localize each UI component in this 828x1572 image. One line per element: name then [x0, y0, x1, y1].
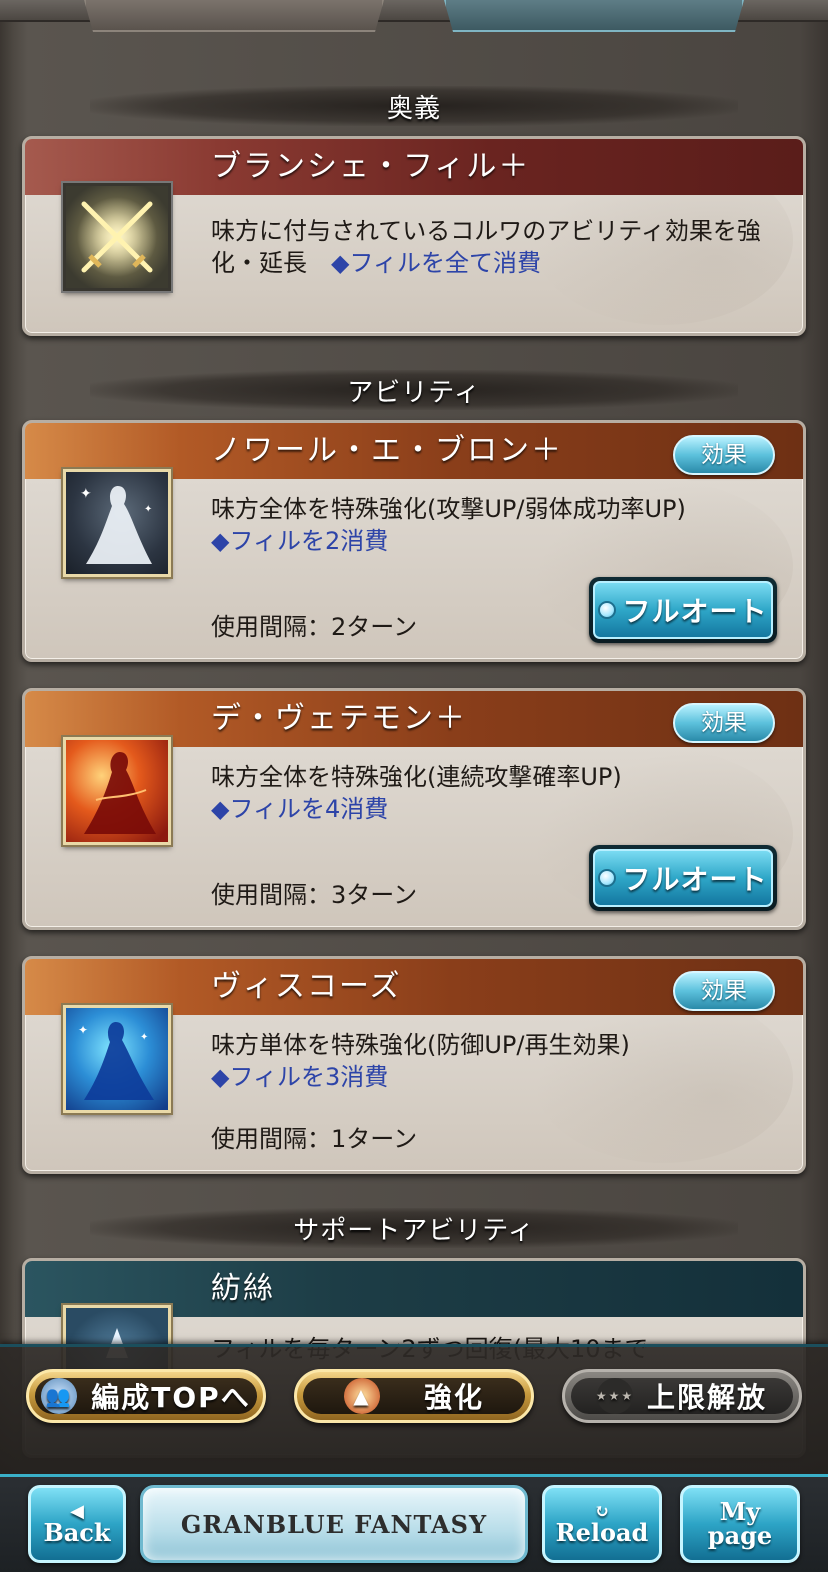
svg-text:✦: ✦ [80, 486, 92, 502]
ability-interval: 使用間隔：3ターン [211, 881, 418, 909]
ability-description: 味方全体を特殊強化(攻撃UP/弱体成功率UP) ◆フィルを2消費 [211, 493, 779, 557]
full-auto-button[interactable]: フルオート [589, 577, 777, 643]
ability-fil-cost: ◆フィルを2消費 [211, 527, 389, 555]
reload-button[interactable]: ↻ Reload [542, 1485, 662, 1563]
red-dress-icon [63, 737, 171, 845]
ability-fil-cost: ◆フィルを4消費 [211, 795, 389, 823]
game-logo[interactable]: GRANBLUE FANTASY [140, 1485, 528, 1563]
ability-card: デ・ヴェテモン＋ 効果 味方全体を特殊強化(連続攻撃確率UP) ◆フィルを4消費… [22, 688, 806, 930]
toggle-dot-icon [598, 869, 617, 887]
top-right-button[interactable] [444, 0, 744, 32]
up-arrow-icon: ▲ [343, 1378, 380, 1414]
ability-description: 味方全体を特殊強化(連続攻撃確率UP) ◆フィルを4消費 [211, 761, 779, 825]
party-top-label: 編成TOPへ [91, 1381, 251, 1414]
svg-text:✦: ✦ [140, 1032, 148, 1043]
ability-description: 味方単体を特殊強化(防御UP/再生効果) ◆フィルを3消費 [211, 1029, 779, 1093]
enhance-button[interactable]: ▲ 強化 [294, 1369, 534, 1423]
ougi-fil-cost: ◆フィルを全て消費 [331, 249, 541, 277]
section-header-support: サポートアビリティ [90, 1208, 738, 1248]
top-left-button[interactable] [84, 0, 384, 32]
back-label: Back [43, 1518, 111, 1547]
footer-navigation: ◀ Back GRANBLUE FANTASY ↻ Reload My page [0, 1474, 828, 1572]
ability-desc-text: 味方全体を特殊強化(攻撃UP/弱体成功率UP) [211, 495, 686, 523]
mypage-label: page [707, 1521, 773, 1550]
effect-button[interactable]: 効果 [673, 703, 775, 743]
uncap-button[interactable]: ★★★ 上限解放 [562, 1369, 802, 1423]
stars-icon: ★★★ [596, 1378, 633, 1414]
enhance-label: 強化 [423, 1381, 484, 1414]
bottom-action-bar: 👥 編成TOPへ ▲ 強化 ★★★ 上限解放 [0, 1344, 828, 1474]
logo-text: GRANBLUE FANTASY [180, 1509, 488, 1539]
svg-text:✦: ✦ [144, 504, 152, 515]
party-top-button[interactable]: 👥 編成TOPへ [26, 1369, 266, 1423]
full-auto-label: フルオート [622, 595, 768, 628]
crossed-swords-icon [63, 183, 171, 291]
app-screen: 奥義 ブランシェ・フィル＋ 味方に付与されているコルワのアビリティ効果を強化・延… [0, 0, 828, 1572]
effect-button[interactable]: 効果 [673, 971, 775, 1011]
ability-card: ヴィスコーズ 効果 ✦ ✦ 味方単体を特殊強化(防御UP/再生効果) ◆フィルを… [22, 956, 806, 1174]
ability-card: ノワール・エ・ブロン＋ 効果 ✦ ✦ 味方全体を特殊強化(攻撃UP/弱体成功率U… [22, 420, 806, 662]
blue-dress-icon: ✦ ✦ [63, 1005, 171, 1113]
toggle-dot-icon [598, 601, 617, 619]
section-header-ability: アビリティ [90, 370, 738, 410]
ability-desc-text: 味方単体を特殊強化(防御UP/再生効果) [211, 1031, 630, 1059]
white-dress-icon: ✦ ✦ [63, 469, 171, 577]
ougi-card: ブランシェ・フィル＋ 味方に付与されているコルワのアビリティ効果を強化・延長 ◆… [22, 136, 806, 336]
svg-text:✦: ✦ [78, 1023, 88, 1037]
full-auto-button[interactable]: フルオート [589, 845, 777, 911]
uncap-label: 上限解放 [646, 1381, 767, 1414]
back-button[interactable]: ◀ Back [28, 1485, 126, 1563]
effect-button[interactable]: 効果 [673, 435, 775, 475]
section-header-ougi: 奥義 [90, 86, 738, 126]
ougi-description: 味方に付与されているコルワのアビリティ効果を強化・延長 ◆フィルを全て消費 [211, 215, 779, 279]
ability-fil-cost: ◆フィルを3消費 [211, 1063, 389, 1091]
reload-label: Reload [555, 1518, 649, 1547]
full-auto-label: フルオート [622, 863, 768, 896]
party-icon: 👥 [41, 1378, 78, 1414]
mypage-button[interactable]: My page [680, 1485, 800, 1563]
ability-desc-text: 味方全体を特殊強化(連続攻撃確率UP) [211, 763, 622, 791]
ability-interval: 使用間隔：1ターン [211, 1125, 418, 1153]
ability-interval: 使用間隔：2ターン [211, 613, 418, 641]
